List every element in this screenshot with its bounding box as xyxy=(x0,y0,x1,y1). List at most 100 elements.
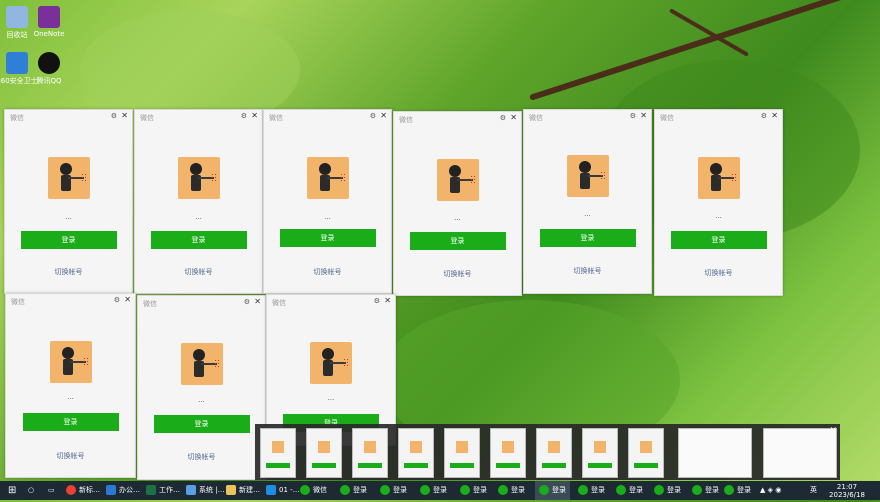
taskbar-item[interactable]: 登录 xyxy=(420,481,447,500)
window-title: 微信 xyxy=(10,114,24,122)
window-title: 微信 xyxy=(272,299,286,307)
window-title: 微信 xyxy=(660,114,674,122)
window-thumbnail-chat[interactable] xyxy=(763,428,837,478)
taskbar-item[interactable]: 登录 xyxy=(692,481,719,500)
taskbar-item[interactable]: 登录 xyxy=(498,481,525,500)
switch-account-link[interactable]: 切换帐号 xyxy=(655,268,782,278)
window-title: 微信 xyxy=(399,116,413,124)
settings-icon[interactable]: ⚙ xyxy=(114,296,120,304)
login-button[interactable]: 登录 xyxy=(539,229,636,247)
avatar xyxy=(177,157,220,199)
input-language[interactable]: 英 xyxy=(810,481,817,500)
window-thumbnail[interactable] xyxy=(536,428,572,478)
taskbar-item[interactable]: 登录 xyxy=(654,481,681,500)
avatar xyxy=(47,157,90,199)
settings-icon[interactable]: ⚙ xyxy=(241,112,247,120)
close-icon[interactable]: ✕ xyxy=(251,111,258,120)
settings-icon[interactable]: ⚙ xyxy=(374,297,380,305)
taskbar-item[interactable]: 微信 xyxy=(300,481,327,500)
close-icon[interactable]: ✕ xyxy=(121,111,128,120)
wechat-login-window[interactable]: 微信 ⚙ ✕ ··· 登录 切换帐号 xyxy=(5,293,136,478)
wechat-login-window[interactable]: 微信 ⚙ ✕ ··· 登录 切换帐号 xyxy=(263,109,392,294)
security-icon xyxy=(6,52,28,74)
avatar xyxy=(697,157,740,199)
taskbar-preview-strip: ✕ xyxy=(255,424,840,480)
taskbar-item[interactable]: 新建… xyxy=(226,481,260,500)
wechat-login-window[interactable]: 微信 ⚙ ✕ ··· 登录 切换帐号 xyxy=(393,111,522,296)
switch-account-link[interactable]: 切换帐号 xyxy=(138,452,265,462)
wechat-login-window[interactable]: 微信 ⚙ ✕ ··· 登录 切换帐号 xyxy=(4,109,133,294)
wechat-login-window[interactable]: 微信 ⚙ ✕ ··· 登录 切换帐号 xyxy=(523,109,652,294)
close-icon[interactable]: ✕ xyxy=(771,111,778,120)
settings-icon[interactable]: ⚙ xyxy=(244,298,250,306)
window-title: 微信 xyxy=(11,298,25,306)
window-thumbnail[interactable] xyxy=(582,428,618,478)
start-button[interactable]: ⊞ xyxy=(8,481,16,500)
window-thumbnail[interactable] xyxy=(444,428,480,478)
account-name: ··· xyxy=(198,398,205,406)
taskbar-item[interactable]: 新标… xyxy=(66,481,100,500)
clock[interactable]: 21:07 2023/6/18 xyxy=(824,481,870,502)
login-button[interactable]: 登录 xyxy=(670,231,767,249)
wechat-login-window[interactable]: 微信 ⚙ ✕ ··· 登录 切换帐号 xyxy=(137,295,266,480)
settings-icon[interactable]: ⚙ xyxy=(111,112,117,120)
taskbar-item[interactable]: 登录 xyxy=(724,481,751,500)
wechat-login-window[interactable]: 微信 ⚙ ✕ ··· 登录 切换帐号 xyxy=(654,109,783,296)
desktop-icon-onenote[interactable]: OneNote xyxy=(26,6,72,38)
recycle-bin-icon xyxy=(6,6,28,28)
close-icon[interactable]: ✕ xyxy=(380,111,387,120)
taskbar-item[interactable]: 登录 xyxy=(578,481,605,500)
login-button[interactable]: 登录 xyxy=(20,231,117,249)
avatar xyxy=(566,155,609,197)
login-button[interactable]: 登录 xyxy=(150,231,247,249)
settings-icon[interactable]: ⚙ xyxy=(761,112,767,120)
wechat-login-window[interactable]: 微信 ⚙ ✕ ··· 登录 切换帐号 xyxy=(134,109,263,294)
switch-account-link[interactable]: 切换帐号 xyxy=(6,451,135,461)
preview-close-icon[interactable]: ✕ xyxy=(829,426,837,436)
window-thumbnail[interactable] xyxy=(628,428,664,478)
account-name: ··· xyxy=(195,215,202,223)
taskview-icon[interactable]: ▭ xyxy=(48,481,55,500)
switch-account-link[interactable]: 切换帐号 xyxy=(264,267,391,277)
close-icon[interactable]: ✕ xyxy=(254,297,261,306)
taskbar-item[interactable]: 登录 xyxy=(616,481,643,500)
window-thumbnail[interactable] xyxy=(352,428,388,478)
login-button[interactable]: 登录 xyxy=(22,413,119,431)
taskbar-item[interactable]: 系统 |… xyxy=(186,481,225,500)
taskbar-item[interactable]: 登录 xyxy=(380,481,407,500)
login-button[interactable]: 登录 xyxy=(153,415,250,433)
taskbar-item[interactable]: 工作… xyxy=(146,481,180,500)
taskbar-item[interactable]: 办公… xyxy=(106,481,140,500)
settings-icon[interactable]: ⚙ xyxy=(370,112,376,120)
avatar xyxy=(310,342,352,384)
taskbar: ⊞ ○ ▭ 新标… 办公… 工作… 系统 |… 新建… 01 -… 微信 登录 … xyxy=(0,481,880,500)
close-icon[interactable]: ✕ xyxy=(510,113,517,122)
switch-account-link[interactable]: 切换帐号 xyxy=(394,269,521,279)
switch-account-link[interactable]: 切换帐号 xyxy=(135,267,262,277)
tray-icons[interactable]: ▲ ◈ ◉ xyxy=(760,481,781,500)
close-icon[interactable]: ✕ xyxy=(384,296,391,305)
switch-account-link[interactable]: 切换帐号 xyxy=(524,266,651,276)
settings-icon[interactable]: ⚙ xyxy=(630,112,636,120)
close-icon[interactable]: ✕ xyxy=(640,111,647,120)
window-thumbnail[interactable] xyxy=(398,428,434,478)
login-button[interactable]: 登录 xyxy=(279,229,376,247)
window-thumbnail[interactable] xyxy=(260,428,296,478)
window-title: 微信 xyxy=(143,300,157,308)
taskbar-item[interactable]: 登录 xyxy=(460,481,487,500)
search-icon[interactable]: ○ xyxy=(28,481,34,500)
switch-account-link[interactable]: 切换帐号 xyxy=(5,267,132,277)
taskbar-item[interactable]: 登录 xyxy=(340,481,367,500)
window-thumbnail[interactable] xyxy=(306,428,342,478)
taskbar-item[interactable]: 01 -… xyxy=(266,481,300,500)
window-title: 微信 xyxy=(140,114,154,122)
account-name: ··· xyxy=(327,396,335,404)
avatar xyxy=(306,157,349,199)
desktop-icon-qq[interactable]: 腾讯QQ xyxy=(26,52,72,86)
taskbar-item-active[interactable]: 登录 xyxy=(535,481,570,500)
window-thumbnail[interactable] xyxy=(490,428,526,478)
settings-icon[interactable]: ⚙ xyxy=(500,114,506,122)
login-button[interactable]: 登录 xyxy=(409,232,506,250)
close-icon[interactable]: ✕ xyxy=(124,295,131,304)
window-thumbnail-chat[interactable] xyxy=(678,428,752,478)
